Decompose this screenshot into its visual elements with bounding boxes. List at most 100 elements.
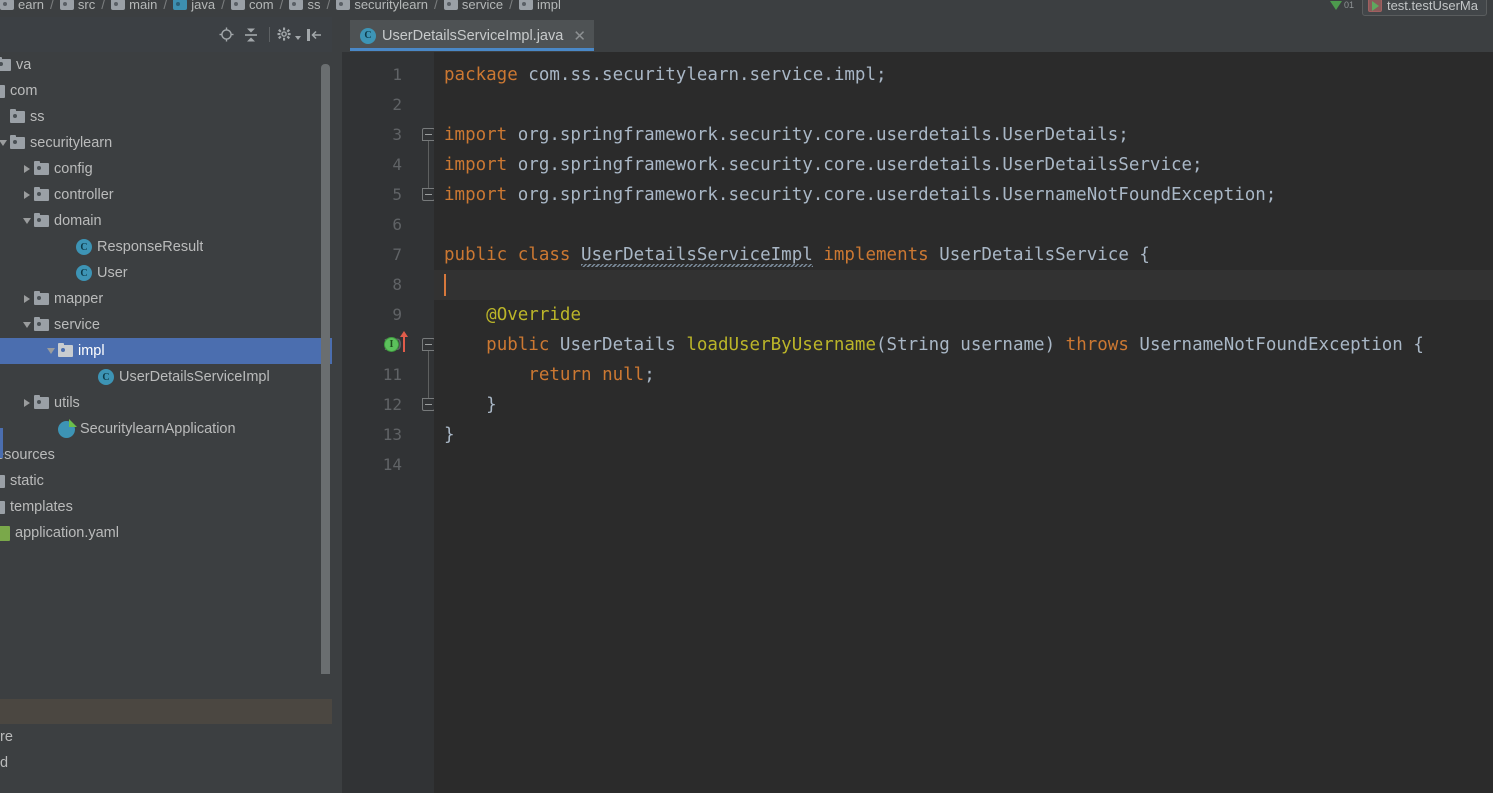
- tree-item-userdetailsserviceimpl[interactable]: C UserDetailsServiceImpl: [0, 364, 332, 390]
- code-line[interactable]: import org.springframework.security.core…: [434, 180, 1493, 210]
- tree-twisty[interactable]: [20, 286, 34, 312]
- panel-divider[interactable]: [332, 17, 342, 793]
- tree-item-service[interactable]: service: [0, 312, 332, 338]
- tree-item-label: UserDetailsServiceImpl: [119, 369, 270, 385]
- breadcrumb-item-ss[interactable]: ss: [289, 0, 320, 12]
- package-flat-icon: [0, 84, 5, 98]
- tree-item-static[interactable]: static: [0, 468, 332, 494]
- package-icon: [34, 317, 49, 331]
- tree-item-va[interactable]: va: [0, 52, 332, 78]
- code-line[interactable]: @Override: [434, 300, 1493, 330]
- tree-item-controller[interactable]: controller: [0, 182, 332, 208]
- hide-panel-button[interactable]: [302, 23, 326, 47]
- code-line[interactable]: import org.springframework.security.core…: [434, 120, 1493, 150]
- tree-twisty[interactable]: [62, 260, 76, 286]
- tree-item-responseresult[interactable]: C ResponseResult: [0, 234, 332, 260]
- code-line[interactable]: }: [434, 420, 1493, 450]
- code-line[interactable]: }: [434, 390, 1493, 420]
- tree-item-impl[interactable]: impl: [0, 338, 332, 364]
- code-line[interactable]: [434, 450, 1493, 480]
- breadcrumb-item-earn[interactable]: earn: [0, 0, 44, 12]
- breadcrumb-item-label: java: [191, 0, 216, 12]
- breadcrumb-item-service[interactable]: service: [443, 0, 503, 12]
- tree-item-user[interactable]: C User: [0, 260, 332, 286]
- expand-arrow-icon[interactable]: [24, 191, 30, 199]
- tree-twisty[interactable]: [44, 338, 58, 364]
- implementing-method-icon[interactable]: I: [384, 337, 399, 352]
- tree-item-utils[interactable]: utils: [0, 390, 332, 416]
- code-token: com.ss.securitylearn.service.impl;: [517, 65, 887, 85]
- tree-twisty[interactable]: [20, 182, 34, 208]
- code-content[interactable]: package com.ss.securitylearn.service.imp…: [434, 52, 1493, 793]
- project-settings-button[interactable]: [277, 23, 301, 47]
- line-number: 13: [382, 425, 402, 444]
- collapse-arrow-icon[interactable]: [23, 218, 31, 224]
- code-line[interactable]: [434, 210, 1493, 240]
- tree-twisty[interactable]: [20, 312, 34, 338]
- expand-arrow-icon[interactable]: [24, 399, 30, 407]
- tree-item-config[interactable]: config: [0, 156, 332, 182]
- breadcrumb-item-com[interactable]: com: [230, 0, 274, 12]
- code-line[interactable]: public class UserDetailsServiceImpl impl…: [434, 240, 1493, 270]
- breadcrumb-item-impl[interactable]: impl: [519, 0, 561, 12]
- code-token: import: [444, 155, 508, 175]
- override-arrow-icon[interactable]: [400, 331, 408, 352]
- tree-item-mapper[interactable]: mapper: [0, 286, 332, 312]
- tree-twisty[interactable]: [20, 390, 34, 416]
- editor-gutter[interactable]: 1234567891011121314I: [342, 52, 435, 793]
- breadcrumb-item-securitylearn[interactable]: securitylearn: [336, 0, 428, 12]
- tree-twisty[interactable]: [62, 234, 76, 260]
- package-flat-icon: [0, 500, 5, 514]
- tree-item-label: User: [97, 265, 128, 281]
- tree-item-com[interactable]: com: [0, 78, 332, 104]
- spring-boot-icon: [58, 418, 77, 438]
- collapse-all-button[interactable]: [239, 23, 263, 47]
- code-line[interactable]: public UserDetails loadUserByUsername(St…: [434, 330, 1493, 360]
- collapse-arrow-icon[interactable]: [47, 348, 55, 354]
- select-opened-file-button[interactable]: [214, 23, 238, 47]
- breadcrumb-item-main[interactable]: main: [111, 0, 157, 12]
- code-line[interactable]: import org.springframework.security.core…: [434, 150, 1493, 180]
- tree-twisty[interactable]: [44, 416, 58, 442]
- breadcrumb[interactable]: earn / src / main / java / com / ss / securitylearn /…: [0, 0, 561, 17]
- tree-item-templates[interactable]: templates: [0, 494, 332, 520]
- code-line[interactable]: return null;: [434, 360, 1493, 390]
- breadcrumb-separator: /: [101, 0, 106, 12]
- line-number: 5: [392, 185, 402, 204]
- collapse-arrow-icon[interactable]: [0, 140, 7, 146]
- tree-item-application-yaml[interactable]: application.yaml: [0, 520, 332, 546]
- tree-twisty[interactable]: [84, 364, 98, 390]
- close-icon[interactable]: ✕: [573, 27, 586, 45]
- code-token: public class: [444, 245, 571, 265]
- tree-item-securitylearnapplication[interactable]: SecuritylearnApplication: [0, 416, 332, 442]
- breadcrumb-item-java[interactable]: java: [173, 0, 215, 12]
- toolbar-right: 01 test.testUserMa: [1329, 0, 1487, 17]
- tree-item-esources[interactable]: esources: [0, 442, 332, 468]
- tree-item-domain[interactable]: domain: [0, 208, 332, 234]
- run-configuration-selector[interactable]: test.testUserMa: [1361, 0, 1487, 16]
- tree-item-securitylearn[interactable]: securitylearn: [0, 130, 332, 156]
- tab-user-details-service-impl[interactable]: C UserDetailsServiceImpl.java ✕: [350, 20, 594, 51]
- code-line[interactable]: package com.ss.securitylearn.service.imp…: [434, 60, 1493, 90]
- code-token: }: [444, 425, 455, 445]
- package-icon: [336, 0, 351, 10]
- code-token: implements: [823, 245, 929, 265]
- breadcrumb-item-src[interactable]: src: [59, 0, 95, 12]
- tree-twisty[interactable]: [20, 208, 34, 234]
- breadcrumb-bar: earn / src / main / java / com / ss / securitylearn /…: [0, 0, 1493, 17]
- expand-arrow-icon[interactable]: [24, 165, 30, 173]
- tree-item-ss[interactable]: ss: [0, 104, 332, 130]
- tree-twisty[interactable]: [20, 156, 34, 182]
- expand-arrow-icon[interactable]: [24, 295, 30, 303]
- tree-twisty[interactable]: [0, 104, 10, 130]
- collapse-arrow-icon[interactable]: [23, 322, 31, 328]
- git-branch-indicator[interactable]: 01: [1329, 0, 1354, 10]
- project-tree-scrollbar[interactable]: [321, 64, 330, 692]
- code-line[interactable]: [434, 270, 1493, 300]
- code-token: }: [444, 395, 497, 415]
- code-line[interactable]: [434, 90, 1493, 120]
- tree-twisty[interactable]: [0, 130, 10, 156]
